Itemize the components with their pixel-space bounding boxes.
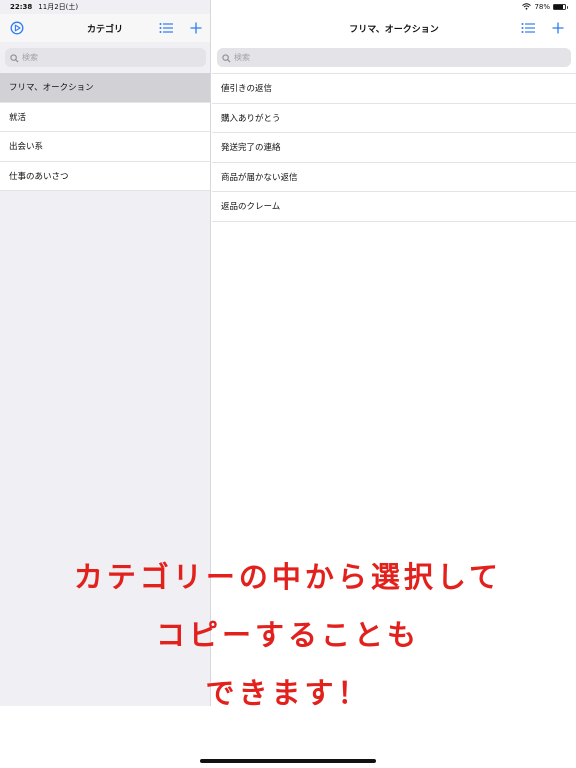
- category-item[interactable]: 出会い系: [0, 132, 210, 162]
- battery-percent: 78%: [534, 3, 550, 11]
- template-item[interactable]: 購入ありがとう: [212, 103, 576, 133]
- template-item[interactable]: 商品が届かない返信: [212, 162, 576, 192]
- sidebar-navbar: カテゴリ: [0, 14, 210, 42]
- list-icon[interactable]: [520, 20, 536, 36]
- search-icon: [222, 48, 231, 67]
- battery-icon: [553, 4, 568, 10]
- search-icon: [10, 48, 19, 67]
- template-item[interactable]: 発送完了の連絡: [212, 133, 576, 163]
- promo-caption-line: カテゴリーの中から選択して: [73, 560, 503, 594]
- category-list: フリマ、オークション 就活 出会い系 仕事のあいさつ: [0, 73, 210, 191]
- promo-caption-line: できます！: [205, 676, 371, 710]
- status-right: 78%: [522, 2, 568, 12]
- play-circle-icon[interactable]: [9, 20, 25, 36]
- status-bar: 22:38 11月2日(土) 78%: [0, 0, 576, 14]
- home-indicator[interactable]: [200, 759, 376, 763]
- template-item[interactable]: 値引きの返信: [212, 74, 576, 104]
- category-item[interactable]: 仕事のあいさつ: [0, 161, 210, 191]
- template-list: 値引きの返信 購入ありがとう 発送完了の連絡 商品が届かない返信 返品のクレーム: [212, 73, 576, 222]
- status-date: 11月2日(土): [38, 3, 79, 11]
- sidebar-search-bar[interactable]: [5, 48, 206, 67]
- promo-caption: カテゴリーの中から選択して コピーすることも できます！: [0, 548, 576, 722]
- add-icon[interactable]: [188, 20, 204, 36]
- category-item[interactable]: 就活: [0, 102, 210, 132]
- add-icon[interactable]: [550, 20, 566, 36]
- sidebar-title: カテゴリ: [86, 24, 123, 35]
- status-time: 22:38: [10, 3, 33, 11]
- sidebar-search-input[interactable]: [22, 53, 199, 62]
- detail-search-input[interactable]: [234, 53, 549, 62]
- template-item[interactable]: 返品のクレーム: [212, 192, 576, 222]
- category-item[interactable]: フリマ、オークション: [0, 73, 210, 103]
- detail-search-bar[interactable]: [217, 48, 571, 67]
- promo-caption-line: コピーすることも: [155, 618, 420, 652]
- detail-navbar: フリマ、オークション: [212, 14, 576, 42]
- wifi-icon: [522, 2, 532, 12]
- list-icon[interactable]: [158, 20, 174, 36]
